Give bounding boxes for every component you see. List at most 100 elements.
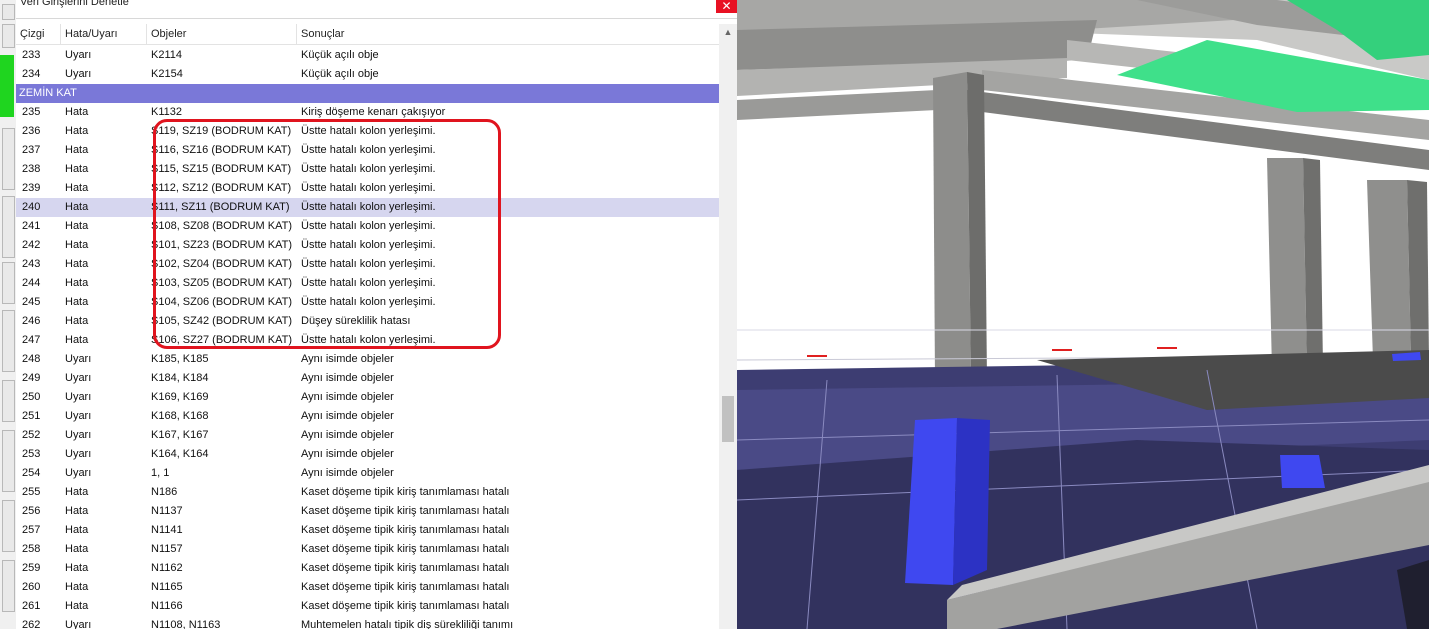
toolbar-button[interactable] <box>2 380 15 422</box>
table-row[interactable]: 233 Uyarı K2114 Küçük açılı obje <box>16 46 719 65</box>
line-number-cell: 240 <box>22 201 41 213</box>
line-number-cell: 252 <box>22 429 41 441</box>
table-row[interactable]: 234 Uyarı K2154 Küçük açılı obje <box>16 65 719 84</box>
type-cell: Hata <box>65 144 89 156</box>
table-row[interactable]: 249 Uyarı K184, K184 Aynı isimde objeler <box>16 369 719 388</box>
line-number-cell: 259 <box>22 562 41 574</box>
result-cell: Aynı isimde objeler <box>301 353 394 365</box>
highlight-annotation <box>153 119 501 349</box>
table-row[interactable]: 250 Uyarı K169, K169 Aynı isimde objeler <box>16 388 719 407</box>
line-number-cell: 246 <box>22 315 41 327</box>
type-cell: Hata <box>65 106 89 118</box>
toolbar-button[interactable] <box>2 128 15 190</box>
concrete-column <box>1267 158 1307 370</box>
type-cell: Hata <box>65 600 89 612</box>
table-header: Çizgi Hata/Uyarı Objeler Sonuçlar <box>16 24 719 45</box>
objects-cell: N1157 <box>151 543 183 555</box>
objects-cell: N1137 <box>151 505 183 517</box>
type-cell: Hata <box>65 315 89 327</box>
column-header-type[interactable]: Hata/Uyarı <box>60 24 151 44</box>
column-header-results[interactable]: Sonuçlar <box>296 24 720 44</box>
scrollbar-thumb[interactable] <box>722 396 734 442</box>
table-row[interactable]: 254 Uyarı 1, 1 Aynı isimde objeler <box>16 464 719 483</box>
section-header-row[interactable]: ZEMİN KAT <box>16 84 719 103</box>
type-cell: Hata <box>65 581 89 593</box>
objects-cell: K169, K169 <box>151 391 209 403</box>
type-cell: Hata <box>65 505 89 517</box>
type-cell: Uyarı <box>65 448 92 460</box>
line-number-cell: 235 <box>22 106 41 118</box>
line-number-cell: 254 <box>22 467 41 479</box>
result-cell: Kaset döşeme tipik kiriş tanımlaması hat… <box>301 505 510 517</box>
3d-viewport <box>737 0 1429 629</box>
line-number-cell: 249 <box>22 372 41 384</box>
objects-cell: N1166 <box>151 600 183 612</box>
vertical-scrollbar[interactable]: ▲ <box>719 24 737 629</box>
toolbar-button[interactable] <box>2 4 15 20</box>
table-row[interactable]: 261 Hata N1166 Kaset döşeme tipik kiriş tan… <box>16 597 719 616</box>
line-number-cell: 237 <box>22 144 41 156</box>
line-number-cell: 242 <box>22 239 41 251</box>
type-cell: Hata <box>65 562 89 574</box>
column-header-objects[interactable]: Objeler <box>146 24 301 44</box>
toolbar-button[interactable] <box>2 430 15 492</box>
check-entries-panel: Veri Girişlerini Denetle ✕ Çizgi Hata/Uy… <box>16 0 737 629</box>
concrete-column <box>933 72 971 382</box>
toolbar-button[interactable] <box>2 500 15 552</box>
table-row[interactable]: 248 Uyarı K185, K185 Aynı isimde objeler <box>16 350 719 369</box>
toolbar-button[interactable] <box>2 24 15 48</box>
line-number-cell: 236 <box>22 125 41 137</box>
toolbar-button[interactable] <box>2 262 15 304</box>
blue-column-error <box>953 418 990 585</box>
line-number-cell: 253 <box>22 448 41 460</box>
type-cell: Hata <box>65 163 89 175</box>
objects-cell: N1108, N1163 <box>151 619 221 629</box>
type-cell: Hata <box>65 277 89 289</box>
toolbar-button[interactable] <box>2 310 15 372</box>
toolbar-button[interactable] <box>2 196 15 258</box>
line-number-cell: 233 <box>22 49 41 61</box>
objects-cell: K168, K168 <box>151 410 209 422</box>
column-header-line[interactable]: Çizgi <box>16 24 64 44</box>
type-cell: Hata <box>65 125 89 137</box>
line-number-cell: 250 <box>22 391 41 403</box>
type-cell: Hata <box>65 524 89 536</box>
type-cell: Hata <box>65 543 89 555</box>
table-row[interactable]: 252 Uyarı K167, K167 Aynı isimde objeler <box>16 426 719 445</box>
table-row[interactable]: 260 Hata N1165 Kaset döşeme tipik kiriş tan… <box>16 578 719 597</box>
beam <box>737 90 937 120</box>
table-row[interactable]: 258 Hata N1157 Kaset döşeme tipik kiriş tan… <box>16 540 719 559</box>
line-number-cell: 234 <box>22 68 41 80</box>
result-cell: Kaset döşeme tipik kiriş tanımlaması hat… <box>301 581 510 593</box>
result-cell: Aynı isimde objeler <box>301 372 394 384</box>
table-row[interactable]: 251 Uyarı K168, K168 Aynı isimde objeler <box>16 407 719 426</box>
table-row[interactable]: 256 Hata N1137 Kaset döşeme tipik kiriş tan… <box>16 502 719 521</box>
table-row[interactable]: 262 Uyarı N1108, N1163 Muhtemelen hatalı ti… <box>16 616 719 629</box>
toolbar-button[interactable] <box>2 560 15 612</box>
panel-titlebar: Veri Girişlerini Denetle ✕ <box>16 0 737 19</box>
table-row[interactable]: 253 Uyarı K164, K164 Aynı isimde objeler <box>16 445 719 464</box>
status-indicator-green <box>0 55 14 117</box>
table-row[interactable]: 255 Hata N186 Kaset döşeme tipik kiriş tanı… <box>16 483 719 502</box>
line-number-cell: 238 <box>22 163 41 175</box>
close-button[interactable]: ✕ <box>716 0 737 13</box>
table-row[interactable]: 259 Hata N1162 Kaset döşeme tipik kiriş tan… <box>16 559 719 578</box>
line-number-cell: 262 <box>22 619 41 629</box>
line-number-cell: 257 <box>22 524 41 536</box>
type-cell: Hata <box>65 201 89 213</box>
type-cell: Uyarı <box>65 467 92 479</box>
type-cell: Hata <box>65 182 89 194</box>
line-number-cell: 245 <box>22 296 41 308</box>
result-cell: Kaset döşeme tipik kiriş tanımlaması hat… <box>301 486 510 498</box>
panel-title: Veri Girişlerini Denetle <box>20 0 129 8</box>
objects-cell: K164, K164 <box>151 448 209 460</box>
3d-structure-view[interactable] <box>737 0 1429 629</box>
blue-column-error <box>1280 455 1325 488</box>
table-row[interactable]: 257 Hata N1141 Kaset döşeme tipik kiriş tan… <box>16 521 719 540</box>
line-number-cell: 247 <box>22 334 41 346</box>
result-cell: Kaset döşeme tipik kiriş tanımlaması hat… <box>301 524 510 536</box>
line-number-cell: 241 <box>22 220 41 232</box>
scroll-up-arrow-icon[interactable]: ▲ <box>719 24 737 40</box>
type-cell: Uyarı <box>65 391 92 403</box>
type-cell: Uyarı <box>65 372 92 384</box>
